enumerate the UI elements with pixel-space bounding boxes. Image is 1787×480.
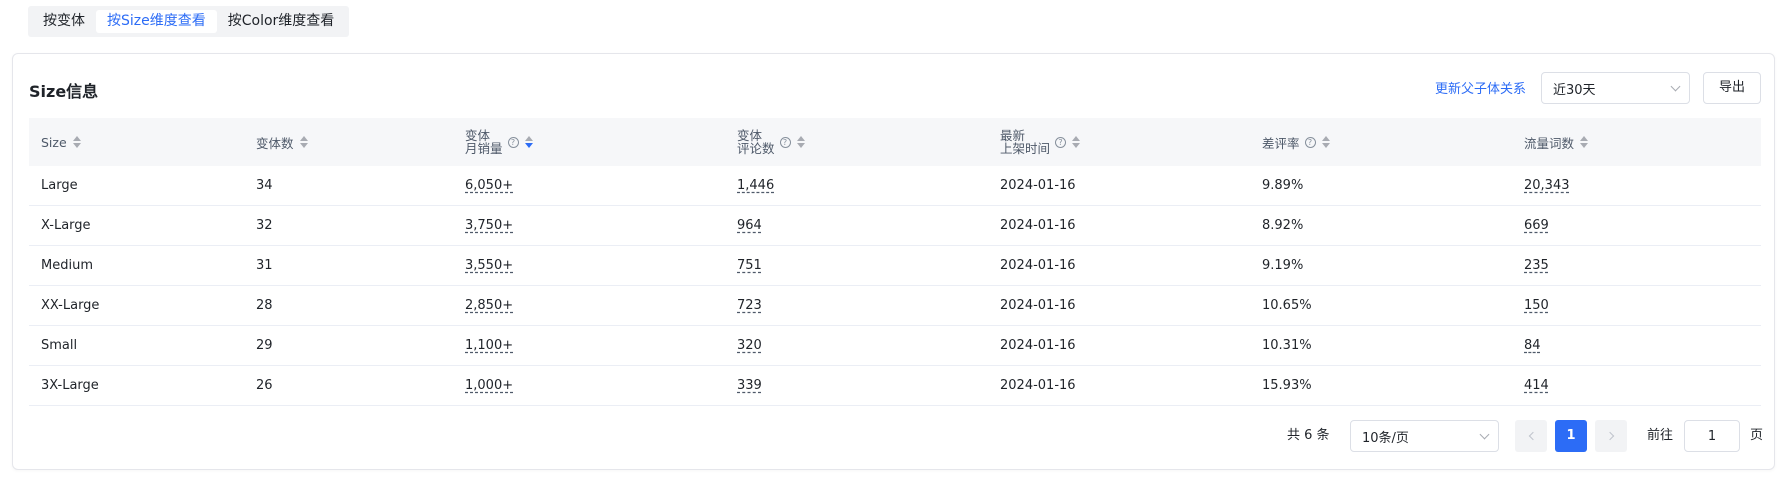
date-range-value: 近30天 xyxy=(1553,82,1596,98)
help-icon[interactable]: ? xyxy=(1055,136,1067,148)
cell-bad-rate: 8.92% xyxy=(1262,218,1304,233)
cell-listed: 2024-01-16 xyxy=(1000,258,1076,273)
cell-size: Medium xyxy=(41,258,93,273)
sort-icon[interactable] xyxy=(299,136,308,148)
header-bad-rate[interactable]: 差评率 ? xyxy=(1262,118,1330,166)
cell-bad-rate: 9.89% xyxy=(1262,178,1304,193)
next-page-button[interactable] xyxy=(1595,420,1627,452)
sort-icon[interactable] xyxy=(1321,136,1330,148)
tab-by-variant[interactable]: 按变体 xyxy=(32,10,96,33)
cell-reviews[interactable]: 723 xyxy=(737,286,762,326)
table-row: Large 34 6,050+ 1,446 2024-01-16 9.89% 2… xyxy=(29,166,1761,206)
help-icon[interactable]: ? xyxy=(507,136,519,148)
table-header: Size 变体数 变体 月销量 ? 变体 评论数 ? 最新 上架时间 ? 差评率… xyxy=(29,118,1761,166)
cell-listed: 2024-01-16 xyxy=(1000,178,1076,193)
help-icon[interactable]: ? xyxy=(1304,136,1316,148)
cell-traffic[interactable]: 414 xyxy=(1524,366,1549,406)
table-row: XX-Large 28 2,850+ 723 2024-01-16 10.65%… xyxy=(29,286,1761,326)
header-traffic-words[interactable]: 流量词数 xyxy=(1524,118,1589,166)
header-size[interactable]: Size xyxy=(41,118,81,166)
sort-icon[interactable] xyxy=(1580,136,1589,148)
size-table: Size 变体数 变体 月销量 ? 变体 评论数 ? 最新 上架时间 ? 差评率… xyxy=(29,118,1761,406)
goto-page-input[interactable] xyxy=(1684,420,1740,452)
cell-listed: 2024-01-16 xyxy=(1000,378,1076,393)
cell-variants: 28 xyxy=(256,298,273,313)
pagination: 共 6 条 10条/页 1 前往 页 xyxy=(13,420,1774,452)
chevron-right-icon xyxy=(1605,431,1614,441)
chevron-down-icon xyxy=(1479,429,1490,439)
page-size-select[interactable]: 10条/页 xyxy=(1350,420,1499,452)
page-unit-label: 页 xyxy=(1750,428,1764,443)
table-row: 3X-Large 26 1,000+ 339 2024-01-16 15.93%… xyxy=(29,366,1761,406)
prev-page-button[interactable] xyxy=(1515,420,1547,452)
cell-traffic[interactable]: 84 xyxy=(1524,326,1541,366)
tab-by-color[interactable]: 按Color维度查看 xyxy=(217,10,346,33)
chevron-down-icon xyxy=(1670,81,1681,91)
cell-size: XX-Large xyxy=(41,298,100,313)
cell-sales[interactable]: 3,550+ xyxy=(465,246,513,286)
header-reviews[interactable]: 变体 评论数 ? xyxy=(737,118,805,166)
cell-size: X-Large xyxy=(41,218,91,233)
cell-bad-rate: 10.31% xyxy=(1262,338,1312,353)
cell-variants: 29 xyxy=(256,338,273,353)
header-listed-time[interactable]: 最新 上架时间 ? xyxy=(1000,118,1081,166)
cell-sales[interactable]: 1,000+ xyxy=(465,366,513,406)
cell-traffic[interactable]: 235 xyxy=(1524,246,1549,286)
cell-size: 3X-Large xyxy=(41,378,99,393)
cell-reviews[interactable]: 1,446 xyxy=(737,166,774,206)
sort-icon[interactable] xyxy=(72,136,81,148)
date-range-select[interactable]: 近30天 xyxy=(1541,72,1690,104)
total-count: 共 6 条 xyxy=(1287,428,1330,443)
cell-listed: 2024-01-16 xyxy=(1000,338,1076,353)
cell-size: Large xyxy=(41,178,78,193)
size-info-card: Size信息 更新父子体关系 近30天 导出 Size 变体数 变体 月销量 ? … xyxy=(12,53,1775,470)
cell-listed: 2024-01-16 xyxy=(1000,218,1076,233)
cell-bad-rate: 10.65% xyxy=(1262,298,1312,313)
cell-sales[interactable]: 2,850+ xyxy=(465,286,513,326)
cell-listed: 2024-01-16 xyxy=(1000,298,1076,313)
sort-icon[interactable] xyxy=(796,136,805,148)
cell-variants: 26 xyxy=(256,378,273,393)
cell-traffic[interactable]: 150 xyxy=(1524,286,1549,326)
sort-icon[interactable] xyxy=(1072,136,1081,148)
cell-variants: 31 xyxy=(256,258,273,273)
cell-reviews[interactable]: 751 xyxy=(737,246,762,286)
table-row: Small 29 1,100+ 320 2024-01-16 10.31% 84 xyxy=(29,326,1761,366)
view-tabs: 按变体 按Size维度查看 按Color维度查看 xyxy=(28,6,350,37)
sort-icon[interactable] xyxy=(524,136,533,148)
cell-variants: 32 xyxy=(256,218,273,233)
chevron-left-icon xyxy=(1528,431,1537,441)
cell-variants: 34 xyxy=(256,178,273,193)
cell-sales[interactable]: 1,100+ xyxy=(465,326,513,366)
cell-bad-rate: 9.19% xyxy=(1262,258,1304,273)
cell-sales[interactable]: 6,050+ xyxy=(465,166,513,206)
cell-bad-rate: 15.93% xyxy=(1262,378,1312,393)
page-size-value: 10条/页 xyxy=(1362,430,1409,446)
help-icon[interactable]: ? xyxy=(779,136,791,148)
goto-label: 前往 xyxy=(1647,428,1674,443)
cell-size: Small xyxy=(41,338,78,353)
cell-traffic[interactable]: 20,343 xyxy=(1524,166,1570,206)
tab-by-size[interactable]: 按Size维度查看 xyxy=(96,10,217,33)
header-monthly-sales[interactable]: 变体 月销量 ? xyxy=(465,118,533,166)
table-row: Medium 31 3,550+ 751 2024-01-16 9.19% 23… xyxy=(29,246,1761,286)
cell-traffic[interactable]: 669 xyxy=(1524,206,1549,246)
export-button[interactable]: 导出 xyxy=(1703,72,1761,104)
cell-reviews[interactable]: 320 xyxy=(737,326,762,366)
header-variants[interactable]: 变体数 xyxy=(256,118,308,166)
table-row: X-Large 32 3,750+ 964 2024-01-16 8.92% 6… xyxy=(29,206,1761,246)
card-title: Size信息 xyxy=(29,82,99,101)
cell-reviews[interactable]: 964 xyxy=(737,206,762,246)
cell-sales[interactable]: 3,750+ xyxy=(465,206,513,246)
page-number-current[interactable]: 1 xyxy=(1555,420,1587,452)
update-parent-child-link[interactable]: 更新父子体关系 xyxy=(1435,78,1526,97)
cell-reviews[interactable]: 339 xyxy=(737,366,762,406)
